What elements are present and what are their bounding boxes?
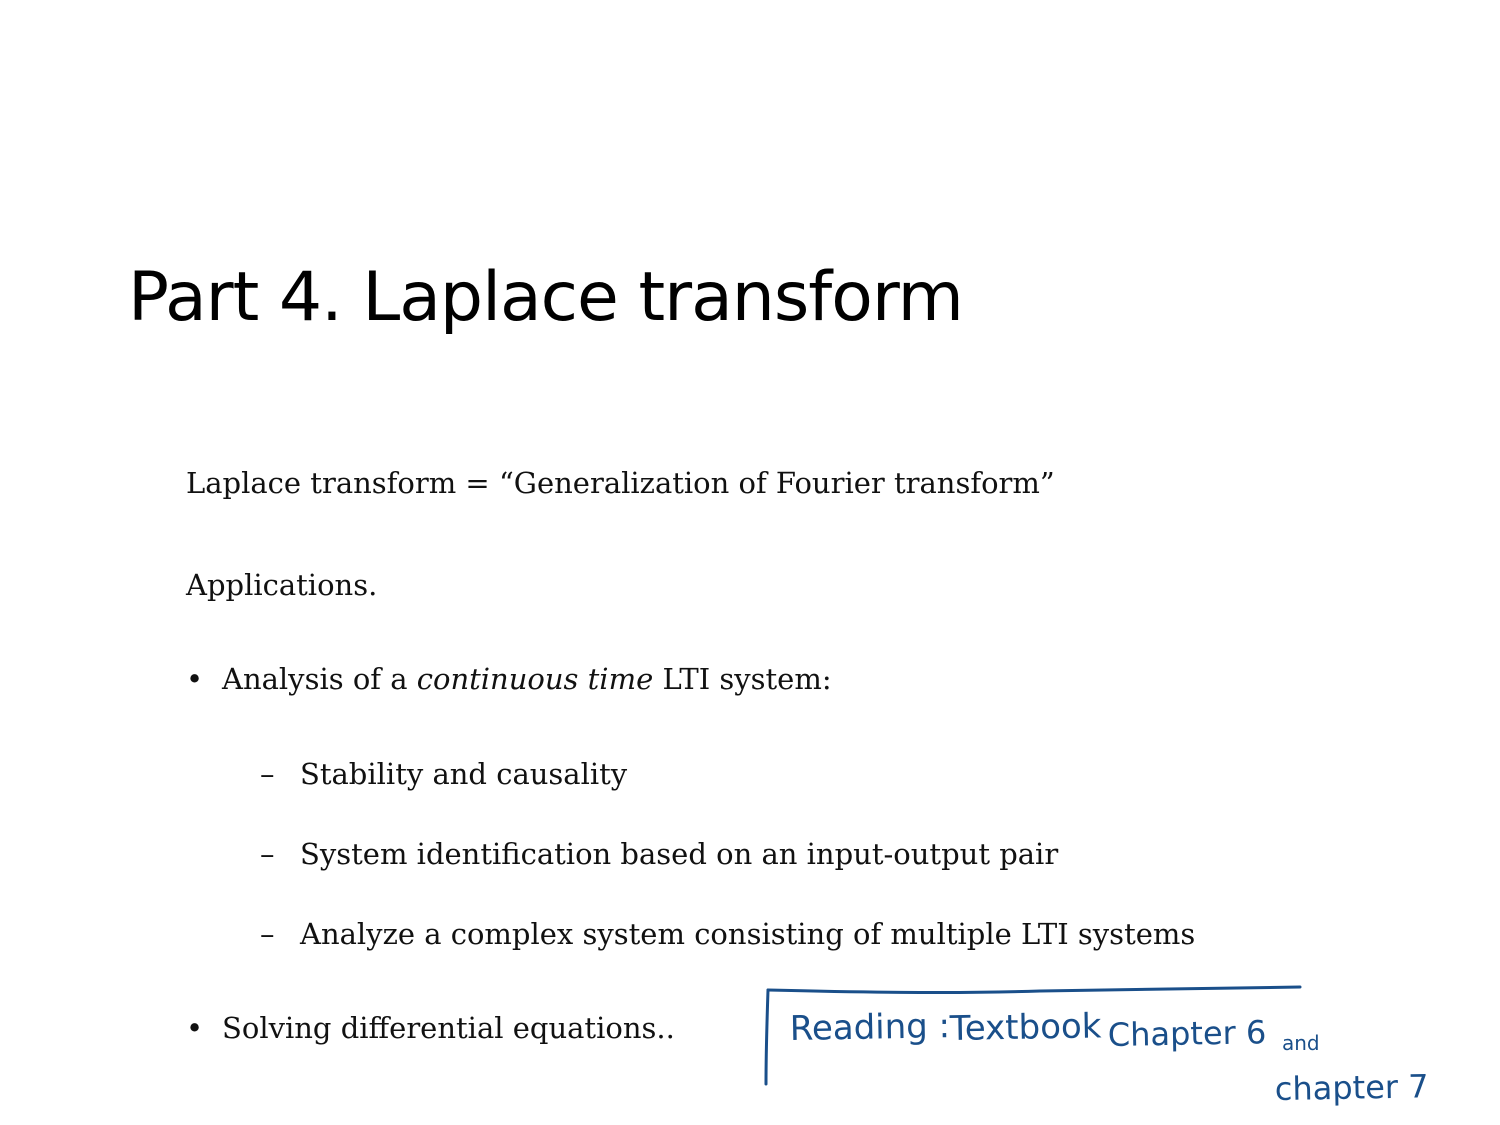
bullet-marker: •: [186, 662, 204, 696]
dash-marker: –: [260, 757, 275, 791]
sub-item-text: Stability and causality: [300, 757, 628, 791]
sub-item-complex-system: – Analyze a complex system consisting of …: [260, 917, 1195, 951]
note-reading: Reading :: [789, 1006, 950, 1049]
annotation-left-line: [764, 988, 770, 1086]
bullet-text-italic: continuous time: [416, 662, 654, 696]
sub-item-text: Analyze a complex system consisting of m…: [300, 917, 1196, 951]
intro-quote: “Generalization of Fourier transform”: [498, 466, 1055, 500]
slide: Part 4. Laplace transform Laplace transf…: [0, 0, 1500, 1125]
sub-item-text: System identification based on an input-…: [300, 837, 1059, 871]
bullet-text: Solving differential equations..: [222, 1011, 675, 1045]
bullet-marker: •: [186, 1011, 204, 1045]
note-chapter-2: chapter 7: [1274, 1067, 1428, 1108]
bullet-text-before: Analysis of a: [222, 662, 417, 696]
dash-marker: –: [260, 917, 275, 951]
bullet-text-after: LTI system:: [653, 662, 832, 696]
bullet-item-differential: • Solving differential equations..: [186, 1011, 675, 1045]
handwritten-annotation: Reading : Textbook Chapter 6 and chapter…: [764, 985, 1429, 1108]
slide-title: Part 4. Laplace transform: [128, 258, 964, 337]
intro-left: Laplace transform =: [186, 466, 499, 500]
note-textbook: Textbook: [948, 1006, 1102, 1049]
applications-heading: Applications.: [186, 568, 378, 602]
annotation-top-line: [766, 985, 1302, 995]
note-chapter: Chapter 6: [1107, 1013, 1266, 1054]
sub-item-identification: – System identification based on an input…: [260, 837, 1058, 871]
bullet-item-analysis: • Analysis of a continuous time LTI syste…: [186, 662, 832, 696]
dash-marker: –: [260, 837, 275, 871]
intro-line: Laplace transform = “Generalization of F…: [186, 466, 1055, 500]
sub-item-stability: – Stability and causality: [260, 757, 627, 791]
note-and: and: [1282, 1031, 1320, 1055]
